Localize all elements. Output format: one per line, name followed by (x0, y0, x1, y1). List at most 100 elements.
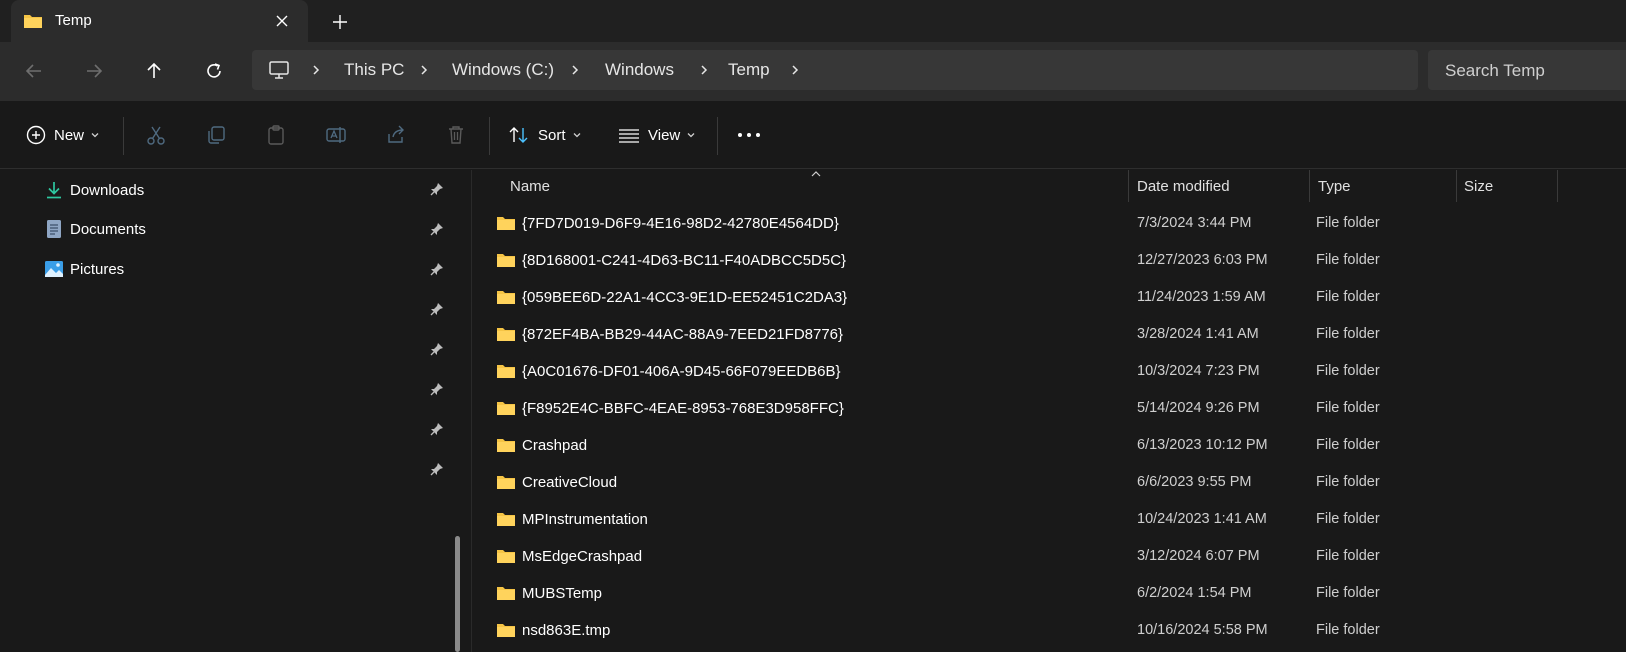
address-bar[interactable]: This PC Windows (C:) Windows Temp (252, 50, 1418, 90)
this-pc-icon[interactable] (268, 59, 290, 81)
file-name: {8D168001-C241-4D63-BC11-F40ADBCC5D5C} (522, 252, 847, 269)
plus-circle-icon (26, 125, 46, 145)
delete-button[interactable] (445, 121, 467, 149)
separator (489, 117, 490, 155)
tab-strip: Temp (0, 0, 1626, 42)
breadcrumb-windows[interactable]: Windows (605, 60, 674, 80)
file-type: File folder (1316, 548, 1380, 564)
sidebar-item-label: Documents (70, 220, 146, 238)
document-icon (47, 220, 61, 238)
clipboard-icon (268, 125, 284, 145)
pin-icon[interactable] (429, 181, 445, 197)
view-button[interactable]: View (618, 121, 696, 149)
table-row[interactable]: CreativeCloud 6/6/2023 9:55 PM File folder (472, 465, 1626, 501)
column-header-type[interactable]: Type (1310, 170, 1456, 202)
folder-icon (496, 622, 516, 643)
sort-label: Sort (538, 126, 566, 144)
column-header-date[interactable]: Date modified (1129, 170, 1309, 202)
chevron-right-icon[interactable] (418, 64, 430, 76)
file-name: MsEdgeCrashpad (522, 548, 643, 565)
tab-temp[interactable]: Temp (11, 0, 308, 42)
column-divider[interactable] (1557, 170, 1558, 202)
new-button[interactable]: New (26, 121, 100, 149)
close-tab-icon[interactable] (271, 10, 293, 32)
pin-icon[interactable] (429, 421, 445, 437)
pin-icon[interactable] (429, 381, 445, 397)
file-name: {872EF4BA-BB29-44AC-88A9-7EED21FD8776} (522, 326, 844, 343)
table-row[interactable]: {8D168001-C241-4D63-BC11-F40ADBCC5D5C} 12… (472, 243, 1626, 279)
file-date-modified: 10/3/2024 7:23 PM (1137, 363, 1260, 379)
pin-icon[interactable] (429, 261, 445, 277)
table-row[interactable]: Crashpad 6/13/2023 10:12 PM File folder (472, 428, 1626, 464)
file-name: nsd863E.tmp (522, 622, 611, 639)
file-type: File folder (1316, 289, 1380, 305)
sort-button[interactable]: Sort (508, 121, 582, 149)
folder-icon (496, 326, 516, 347)
table-row[interactable]: {A0C01676-DF01-406A-9D45-66F079EEDB6B} 10… (472, 354, 1626, 390)
more-options-button[interactable] (737, 121, 761, 149)
refresh-icon (207, 63, 221, 78)
table-row[interactable]: nsd863E.tmp 10/16/2024 5:58 PM File folder (472, 613, 1626, 649)
new-tab-icon[interactable] (329, 11, 351, 33)
table-row[interactable]: {059BEE6D-22A1-4CC3-9E1D-EE52451C2DA3} 11… (472, 280, 1626, 316)
table-row[interactable]: MsEdgeCrashpad 3/12/2024 6:07 PM File fold… (472, 539, 1626, 575)
paste-button[interactable] (265, 121, 287, 149)
chevron-right-icon[interactable] (310, 64, 322, 76)
column-header-label: Type (1318, 178, 1351, 195)
file-date-modified: 6/2/2024 1:54 PM (1137, 585, 1252, 601)
folder-icon (496, 363, 516, 384)
back-button[interactable] (19, 56, 49, 86)
forward-button[interactable] (79, 56, 109, 86)
refresh-button[interactable] (199, 56, 229, 86)
file-name: Crashpad (522, 437, 588, 454)
file-type: File folder (1316, 252, 1380, 268)
chevron-right-icon[interactable] (789, 64, 801, 76)
column-header-label: Name (510, 178, 551, 195)
file-type: File folder (1316, 511, 1380, 527)
folder-icon (496, 289, 516, 310)
file-date-modified: 12/27/2023 6:03 PM (1137, 252, 1268, 268)
list-view-icon (619, 129, 639, 143)
table-row[interactable]: MPInstrumentation 10/24/2023 1:41 AM File … (472, 502, 1626, 538)
file-date-modified: 3/12/2024 6:07 PM (1137, 548, 1260, 564)
pin-icon[interactable] (429, 461, 445, 477)
folder-icon (496, 585, 516, 606)
up-button[interactable] (139, 56, 169, 86)
chevron-right-icon[interactable] (698, 64, 710, 76)
column-header-label: Size (1464, 178, 1494, 195)
tab-title: Temp (55, 12, 92, 29)
file-type: File folder (1316, 215, 1380, 231)
breadcrumb-windows-c[interactable]: Windows (C:) (452, 60, 554, 80)
column-header-name[interactable]: Name (472, 170, 1128, 202)
table-row[interactable]: {F8952E4C-BBFC-4EAE-8953-768E3D958FFC} 5/… (472, 391, 1626, 427)
table-row[interactable]: {7FD7D019-D6F9-4E16-98D2-42780E4564DD} 7/… (472, 206, 1626, 242)
file-type: File folder (1316, 474, 1380, 490)
file-list: Name Date modified Type Size {7FD7D019-D… (472, 170, 1626, 652)
table-row[interactable]: {872EF4BA-BB29-44AC-88A9-7EED21FD8776} 3/… (472, 317, 1626, 353)
rename-button[interactable] (325, 121, 347, 149)
file-name: CreativeCloud (522, 474, 618, 491)
breadcrumb-this-pc[interactable]: This PC (344, 60, 404, 80)
column-header-size[interactable]: Size (1457, 170, 1557, 202)
file-type: File folder (1316, 585, 1380, 601)
copy-button[interactable] (205, 121, 227, 149)
table-row[interactable]: MUBSTemp 6/2/2024 1:54 PM File folder (472, 576, 1626, 612)
sidebar-item-documents[interactable]: Documents (44, 216, 146, 242)
nav-scrollbar-thumb[interactable] (455, 536, 460, 652)
command-bar: New Sort View (0, 101, 1626, 169)
cut-button[interactable] (145, 121, 167, 149)
pin-icon[interactable] (429, 341, 445, 357)
breadcrumb-temp[interactable]: Temp (728, 60, 770, 80)
file-name: {059BEE6D-22A1-4CC3-9E1D-EE52451C2DA3} (522, 289, 848, 306)
share-button[interactable] (385, 121, 407, 149)
folder-icon (24, 15, 42, 28)
chevron-right-icon[interactable] (569, 64, 581, 76)
forward-arrow-icon (87, 64, 103, 78)
pin-icon[interactable] (429, 301, 445, 317)
sidebar-item-downloads[interactable]: Downloads (44, 177, 144, 203)
sidebar-item-pictures[interactable]: Pictures (44, 256, 124, 282)
navigation-pane: Downloads Documents Pictures (0, 170, 462, 652)
pin-icon[interactable] (429, 221, 445, 237)
search-input[interactable]: Search Temp (1428, 50, 1626, 90)
more-icon (738, 133, 760, 137)
